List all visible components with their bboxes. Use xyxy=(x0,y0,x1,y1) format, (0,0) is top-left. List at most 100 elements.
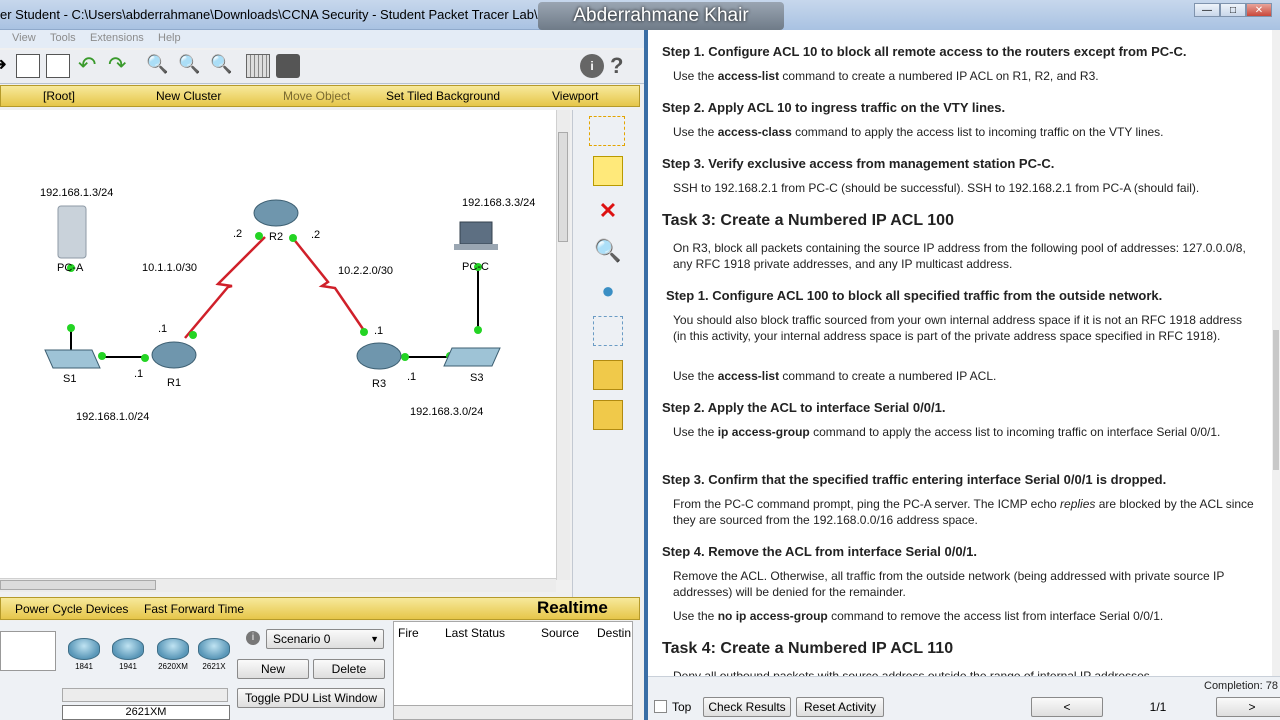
set-tiled-background-button[interactable]: Set Tiled Background xyxy=(386,89,500,103)
viewport-button[interactable]: Viewport xyxy=(552,89,598,103)
reset-activity-button[interactable]: Reset Activity xyxy=(796,697,884,717)
help-icon[interactable]: ? xyxy=(610,54,634,78)
canvas-vertical-scrollbar[interactable] xyxy=(556,110,570,580)
step-text: Use the ip access-group command to apply… xyxy=(673,425,1221,439)
device-scrollbar[interactable] xyxy=(62,688,228,702)
step-heading: Step 4. Remove the ACL from interface Se… xyxy=(662,544,978,559)
menu-help[interactable]: Help xyxy=(158,32,181,44)
step-text: Remove the ACL. Otherwise, all traffic f… xyxy=(673,569,1225,599)
prev-page-button[interactable]: < xyxy=(1031,697,1103,717)
task-4-heading: Task 4: Create a Numbered IP ACL 110 xyxy=(662,640,954,657)
lan1-label: 192.168.1.0/24 xyxy=(76,411,149,423)
zoom-in-icon[interactable]: 🔍 xyxy=(146,54,170,78)
selected-device-model: 2621XM xyxy=(62,705,230,720)
info-icon[interactable]: i xyxy=(246,631,260,645)
arrow-icon[interactable]: ➜ xyxy=(0,54,16,78)
instructions-footer: Completion: 78 Top Check Results Reset A… xyxy=(648,676,1280,720)
minimize-button[interactable]: — xyxy=(1194,3,1220,17)
pcc-ip-label: 192.168.3.3/24 xyxy=(462,197,535,209)
resize-shape-icon[interactable] xyxy=(593,316,623,346)
paste-icon[interactable] xyxy=(46,54,70,78)
add-complex-pdu-icon[interactable] xyxy=(593,400,623,430)
realtime-label: Realtime xyxy=(537,598,608,617)
power-cycle-button[interactable]: Power Cycle Devices xyxy=(15,602,128,616)
s1-switch-icon xyxy=(44,349,101,369)
step-text: SSH to 192.168.2.1 from PC-C (should be … xyxy=(673,181,1200,195)
link-r2-r3 xyxy=(291,236,367,333)
step-text: You should also block traffic sourced fr… xyxy=(673,313,1242,343)
menu-view[interactable]: View xyxy=(12,32,36,44)
step-heading: Step 1. Configure ACL 100 to block all s… xyxy=(666,288,1163,303)
device-1841[interactable]: 1841 xyxy=(64,636,104,684)
col-last-status: Last Status xyxy=(445,626,506,640)
r2-right-ip: .2 xyxy=(311,229,320,241)
top-label: Top xyxy=(672,700,692,714)
step-text: Use the no ip access-group command to re… xyxy=(673,609,1164,623)
pca-ip-label: 192.168.1.3/24 xyxy=(40,187,113,199)
pc-a-server-icon xyxy=(57,205,87,259)
fast-forward-button[interactable]: Fast Forward Time xyxy=(144,602,244,616)
undo-icon[interactable]: ↶ xyxy=(78,54,102,78)
r1-router-icon xyxy=(151,341,197,369)
add-simple-pdu-icon[interactable] xyxy=(593,360,623,390)
new-scenario-button[interactable]: New xyxy=(237,659,309,679)
place-note-icon[interactable] xyxy=(593,156,623,186)
menu-extensions[interactable]: Extensions xyxy=(90,32,144,44)
root-link[interactable]: [Root] xyxy=(43,89,75,103)
device-category-icon[interactable] xyxy=(0,631,56,671)
pdu-scrollbar[interactable] xyxy=(394,705,632,719)
col-source: Source xyxy=(541,626,580,640)
toggle-pdu-list-button[interactable]: Toggle PDU List Window xyxy=(237,688,385,708)
zoom-reset-icon[interactable]: 🔍 xyxy=(178,54,202,78)
topology-canvas[interactable]: 192.168.1.3/24 192.168.3.3/24 10.1.1.0/3… xyxy=(0,110,556,580)
step-heading: Step 2. Apply ACL 10 to ingress traffic … xyxy=(662,100,1006,115)
step-text: From the PC-C command prompt, ping the P… xyxy=(673,497,1254,527)
next-page-button[interactable]: > xyxy=(1216,697,1280,717)
zoom-out-icon[interactable]: 🔍 xyxy=(210,54,234,78)
step-heading: Step 3. Verify exclusive access from man… xyxy=(662,156,1055,171)
device-1941[interactable]: 1941 xyxy=(108,636,148,684)
scenario-select[interactable]: Scenario 0 ▼ xyxy=(266,629,384,649)
router-icon xyxy=(112,638,144,660)
instructions-scrollbar[interactable] xyxy=(1272,30,1280,676)
r2-label: R2 xyxy=(269,231,283,243)
pca-label: PC-A xyxy=(57,262,84,274)
s3-switch-icon xyxy=(443,347,501,367)
draw-shape-icon[interactable]: ● xyxy=(593,276,623,306)
device-2621x[interactable]: 2621X xyxy=(198,636,230,684)
redo-icon[interactable]: ↷ xyxy=(108,54,132,78)
copy-icon[interactable] xyxy=(16,54,40,78)
new-cluster-button[interactable]: New Cluster xyxy=(156,89,221,103)
palette-icon[interactable] xyxy=(246,54,270,78)
inspect-icon[interactable]: 🔍 xyxy=(593,236,623,266)
completion-label: Completion: 78 xyxy=(1204,680,1278,692)
maximize-button[interactable]: □ xyxy=(1220,3,1246,17)
common-tools-bar: ✕ 🔍 ● xyxy=(572,110,642,600)
delete-icon[interactable]: ✕ xyxy=(593,196,623,226)
col-destination: Destin xyxy=(597,626,632,640)
window-title: er Student - C:\Users\abderrahmane\Downl… xyxy=(0,7,586,22)
workspace-bar: [Root] New Cluster Move Object Set Tiled… xyxy=(0,85,640,107)
close-button[interactable]: ✕ xyxy=(1246,3,1272,17)
packet-tracer-window: er Student - C:\Users\abderrahmane\Downl… xyxy=(0,0,644,720)
time-bar: Power Cycle Devices Fast Forward Time Re… xyxy=(0,597,640,620)
instructions-content[interactable]: Step 1. Configure ACL 10 to block all re… xyxy=(652,30,1272,676)
task-4-text: Deny all outbound packets with source ad… xyxy=(673,669,1154,676)
device-2620xm[interactable]: 2620XM xyxy=(153,636,193,684)
menu-tools[interactable]: Tools xyxy=(50,32,76,44)
r1-top-ip: .1 xyxy=(158,323,167,335)
top-checkbox[interactable] xyxy=(654,700,667,713)
custom-device-icon[interactable] xyxy=(276,54,300,78)
r3-router-icon xyxy=(356,342,402,370)
r3-label: R3 xyxy=(372,378,386,390)
step-heading: Step 1. Configure ACL 10 to block all re… xyxy=(662,44,1187,59)
router-icon xyxy=(68,638,100,660)
select-icon[interactable] xyxy=(589,116,625,146)
step-text: Use the access-class command to apply th… xyxy=(673,125,1164,139)
r3-right-ip: .1 xyxy=(407,371,416,383)
check-results-button[interactable]: Check Results xyxy=(703,697,791,717)
canvas-horizontal-scrollbar[interactable] xyxy=(0,578,556,592)
move-object-button[interactable]: Move Object xyxy=(283,89,350,103)
delete-scenario-button[interactable]: Delete xyxy=(313,659,385,679)
info-icon[interactable]: i xyxy=(580,54,604,78)
